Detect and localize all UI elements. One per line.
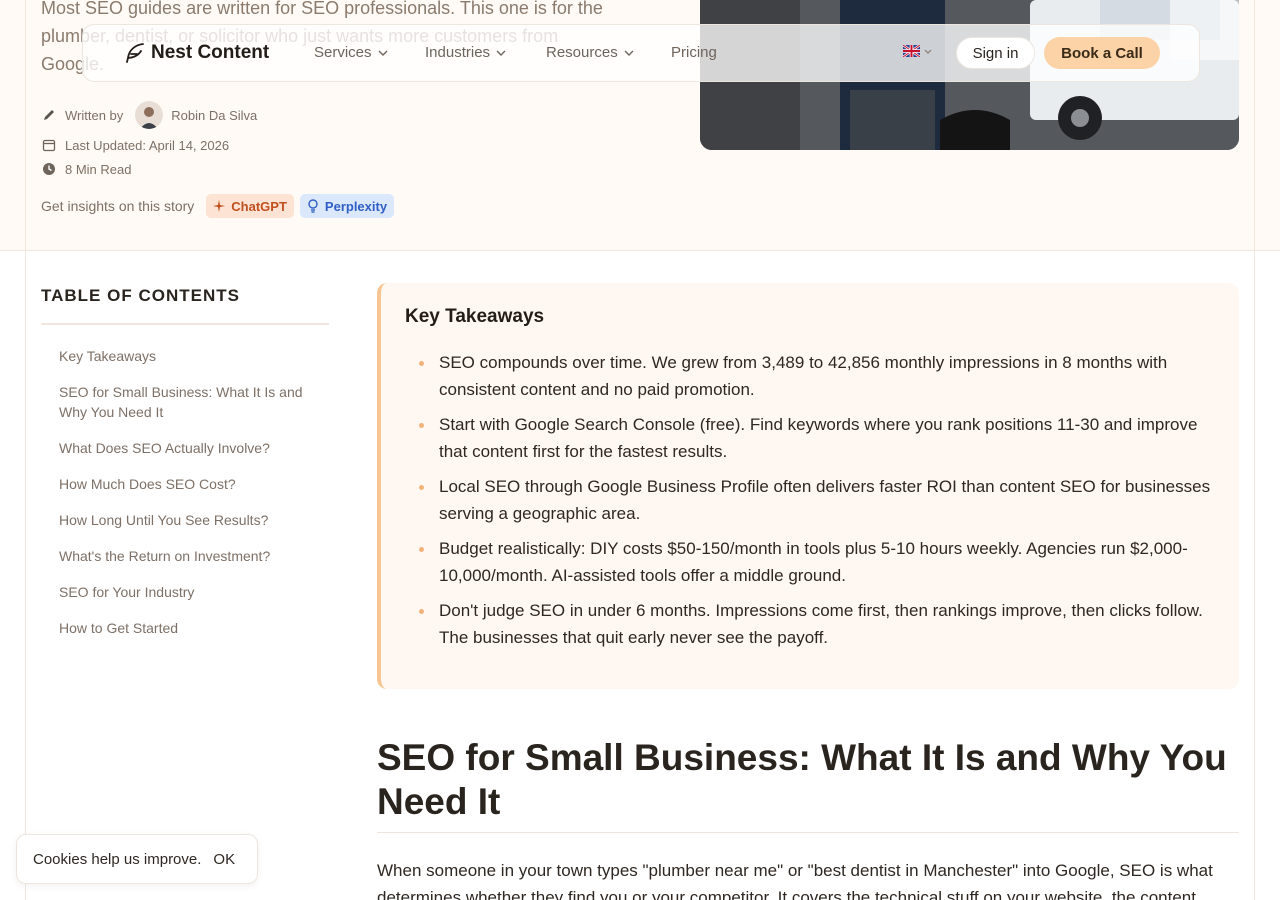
takeaway-item: Don't judge SEO in under 6 months. Impre… xyxy=(419,597,1223,651)
nav-pricing-label: Pricing xyxy=(671,44,717,61)
insights-row: Get insights on this story ChatGPT Perpl… xyxy=(41,194,395,218)
toc-item[interactable]: How to Get Started xyxy=(59,618,319,638)
perplexity-label: Perplexity xyxy=(324,198,388,214)
heading-divider xyxy=(377,832,1239,833)
updated-row: Last Updated: April 14, 2026 xyxy=(41,137,229,153)
language-selector[interactable] xyxy=(903,45,932,57)
toc-title: TABLE OF CONTENTS xyxy=(41,286,240,305)
takeaway-item: Budget realistically: DIY costs $50-150/… xyxy=(419,535,1223,589)
toc-item[interactable]: What's the Return on Investment? xyxy=(59,546,319,566)
toc-divider xyxy=(41,323,329,325)
toc-item[interactable]: How Long Until You See Results? xyxy=(59,510,319,530)
toc-list: Key Takeaways SEO for Small Business: Wh… xyxy=(59,346,319,654)
clock-icon xyxy=(41,161,57,177)
written-by-label: Written by xyxy=(65,107,124,123)
nav-industries-label: Industries xyxy=(425,44,491,61)
key-takeaways-title: Key Takeaways xyxy=(405,306,545,327)
top-navigation: Nest Content Services Industries Resourc… xyxy=(82,24,1200,82)
article-paragraph: When someone in your town types "plumber… xyxy=(377,861,1213,900)
takeaway-item: SEO compounds over time. We grew from 3,… xyxy=(419,349,1223,403)
right-rail xyxy=(1254,0,1255,900)
author-row: Written by Robin Da Silva xyxy=(41,101,257,129)
nav-pricing[interactable]: Pricing xyxy=(671,44,717,61)
insights-label: Get insights on this story xyxy=(41,198,195,214)
chatgpt-label: ChatGPT xyxy=(231,198,287,214)
takeaway-item: Start with Google Search Console (free).… xyxy=(419,411,1223,465)
brand-logo[interactable]: Nest Content xyxy=(123,41,269,65)
sparkle-icon xyxy=(213,200,226,212)
nav-services[interactable]: Services xyxy=(314,44,388,61)
chevron-down-icon xyxy=(378,50,388,56)
feather-icon xyxy=(126,43,144,63)
chevron-down-icon xyxy=(496,50,506,56)
key-takeaways-card: Key Takeaways SEO compounds over time. W… xyxy=(377,283,1239,689)
chatgpt-button[interactable]: ChatGPT xyxy=(206,194,294,218)
section-heading: SEO for Small Business: What It Is and W… xyxy=(377,737,1227,822)
key-takeaways-list: SEO compounds over time. We grew from 3,… xyxy=(419,349,1223,659)
author-avatar[interactable] xyxy=(135,101,164,129)
pencil-icon xyxy=(41,107,57,123)
sign-in-button[interactable]: Sign in xyxy=(956,37,1035,69)
last-updated: Last Updated: April 14, 2026 xyxy=(65,137,230,153)
left-rail xyxy=(25,0,26,900)
toc-item[interactable]: SEO for Small Business: What It Is and W… xyxy=(59,382,319,422)
toc-item[interactable]: What Does SEO Actually Involve? xyxy=(59,438,319,458)
nav-industries[interactable]: Industries xyxy=(425,44,506,61)
calendar-icon xyxy=(41,137,57,153)
brand-name: Nest Content xyxy=(151,42,270,63)
lightbulb-icon xyxy=(308,199,318,213)
uk-flag-icon xyxy=(903,45,920,57)
toc-item[interactable]: How Much Does SEO Cost? xyxy=(59,474,319,494)
nav-resources[interactable]: Resources xyxy=(546,44,634,61)
chevron-down-icon xyxy=(624,50,634,56)
perplexity-button[interactable]: Perplexity xyxy=(299,194,395,218)
nav-resources-label: Resources xyxy=(546,44,618,61)
book-call-button[interactable]: Book a Call xyxy=(1044,37,1160,69)
nav-services-label: Services xyxy=(314,44,372,61)
author-name[interactable]: Robin Da Silva xyxy=(171,108,257,123)
read-time: 8 Min Read xyxy=(65,161,132,177)
toc-item[interactable]: SEO for Your Industry xyxy=(59,582,319,602)
takeaway-item: Local SEO through Google Business Profil… xyxy=(419,473,1223,527)
cookie-text: Cookies help us improve. xyxy=(33,850,202,868)
toc-item[interactable]: Key Takeaways xyxy=(59,346,319,366)
chevron-down-icon xyxy=(924,49,932,54)
cookie-banner: Cookies help us improve. OK xyxy=(16,834,258,884)
read-time-row: 8 Min Read xyxy=(41,161,131,177)
cookie-ok-button[interactable]: OK xyxy=(213,851,235,868)
